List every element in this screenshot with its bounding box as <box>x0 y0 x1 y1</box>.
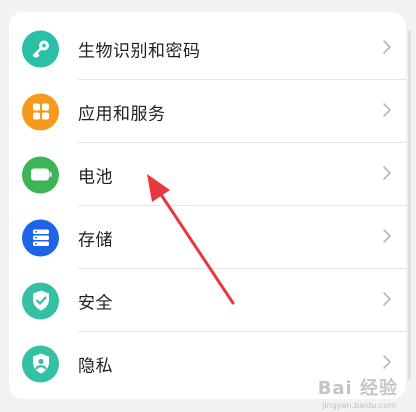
watermark-url: jingyan.baidu.com <box>322 401 396 410</box>
settings-item-storage[interactable]: 存储 <box>9 206 406 269</box>
settings-item-label: 电池 <box>78 167 113 187</box>
settings-item-label: 生物识别和密码 <box>78 41 201 61</box>
key-icon <box>22 30 59 67</box>
settings-item-security[interactable]: 安全 <box>9 269 406 332</box>
chevron-right-icon <box>382 102 392 122</box>
chevron-right-icon <box>382 291 392 311</box>
settings-item-apps-services[interactable]: 应用和服务 <box>9 80 406 143</box>
apps-grid-icon <box>22 93 59 130</box>
watermark-logo: Bai 经验 <box>317 378 398 399</box>
chevron-right-icon <box>382 39 392 59</box>
chevron-right-icon <box>382 165 392 185</box>
scrollbar[interactable] <box>408 30 411 380</box>
settings-list-card: 生物识别和密码 应用和服务 电池 存储 安全 隐私 <box>9 12 406 399</box>
settings-item-biometrics-password[interactable]: 生物识别和密码 <box>9 17 406 80</box>
settings-item-label: 应用和服务 <box>78 104 166 124</box>
privacy-shield-icon <box>22 345 59 382</box>
chevron-right-icon <box>382 354 392 374</box>
settings-item-label: 隐私 <box>78 356 113 376</box>
battery-icon <box>22 156 59 193</box>
shield-check-icon <box>22 282 59 319</box>
settings-item-battery[interactable]: 电池 <box>9 143 406 206</box>
storage-icon <box>22 219 59 256</box>
settings-item-label: 安全 <box>78 293 113 313</box>
chevron-right-icon <box>382 228 392 248</box>
settings-item-label: 存储 <box>78 230 113 250</box>
